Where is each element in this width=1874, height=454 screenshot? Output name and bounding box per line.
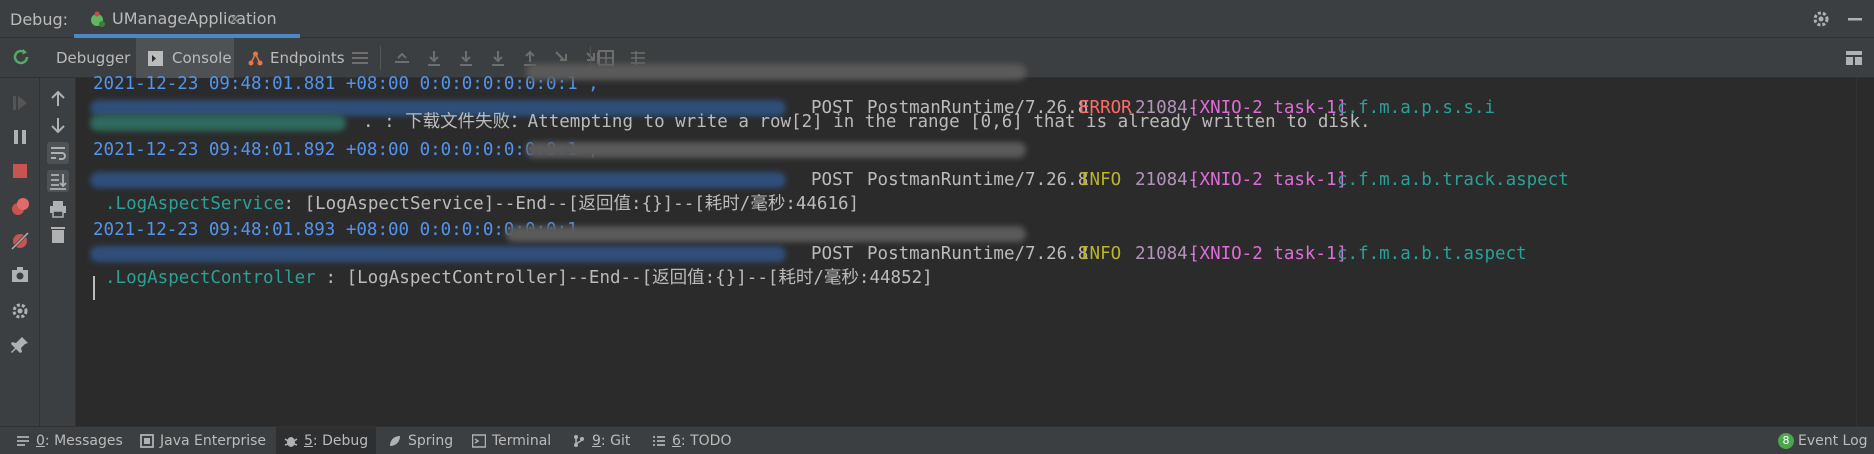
todo-icon [653, 436, 665, 446]
step-over-icon[interactable] [424, 48, 444, 68]
log-timestamp: 2021-12-23 09:48:01.892 +08:00 0:0:0:0:0… [93, 140, 599, 160]
messages-label: : Messages [44, 433, 123, 449]
spring-icon [390, 436, 400, 446]
session-name: UManageApplication [112, 9, 277, 28]
debug-mnemonic: 5 [304, 433, 313, 449]
settings-icon[interactable] [9, 300, 31, 322]
debug-icon [284, 437, 298, 447]
resume-icon[interactable] [9, 92, 31, 114]
spring-boot-run-icon [91, 11, 105, 27]
debug-label: : Debug [312, 433, 369, 449]
view-breakpoints-icon[interactable] [9, 196, 31, 218]
log-level: INFO [1079, 244, 1122, 264]
console-actions-bar [40, 78, 76, 426]
logger-name: c.f.m.a.b.track.aspect [1337, 170, 1569, 190]
event-log-label: Event Log [1798, 433, 1868, 449]
todo-tool-button[interactable]: 6: TODO [644, 427, 731, 454]
down-arrow-icon[interactable] [47, 114, 69, 136]
logger-name: c.f.m.a.b.t.aspect [1337, 244, 1527, 264]
todo-label: : TODO [680, 433, 732, 449]
logger-name-cont: .LogAspectService [105, 194, 285, 214]
spring-label: Spring [408, 433, 454, 449]
pause-icon[interactable] [9, 126, 31, 148]
debug-tool-window-header: Debug: UManageApplication × [0, 0, 1874, 38]
terminal-label: Terminal [492, 433, 552, 449]
log-message: : [LogAspectController]--End--[返回值:{}]--… [315, 268, 933, 288]
java-enterprise-icon [140, 434, 154, 448]
console-line: .LogAspectService : [LogAspectService]--… [93, 190, 859, 218]
gear-icon[interactable] [1810, 8, 1832, 30]
text-caret [93, 276, 95, 300]
tool-window-bar: 0: Messages Java Enterprise 5: Debug Spr… [0, 426, 1874, 454]
log-message: : [LogAspectService]--End--[返回值:{}]--[耗时… [273, 194, 860, 214]
debug-tool-button[interactable]: 5: Debug [276, 427, 376, 454]
camera-icon[interactable] [9, 264, 31, 286]
messages-mnemonic: 0 [36, 433, 45, 449]
log-level: INFO [1079, 170, 1122, 190]
redacted-content [526, 142, 1026, 158]
redacted-content [526, 64, 1026, 80]
scroll-to-end-icon[interactable] [47, 170, 69, 192]
event-log-tool-button[interactable]: 8 Event Log [1774, 427, 1870, 454]
console-line: 2021-12-23 09:48:01.892 +08:00 0:0:0:0:0… [93, 136, 599, 164]
git-icon [574, 435, 584, 447]
thread-name: [XNIO-2 task-1] [1189, 244, 1348, 264]
terminal-icon [472, 434, 486, 448]
spring-tool-button[interactable]: Spring [380, 427, 460, 454]
toolbar-separator [380, 46, 381, 70]
git-mnemonic: 9 [592, 433, 601, 449]
debug-label: Debug: [10, 10, 69, 29]
soft-wrap-icon[interactable] [47, 142, 69, 164]
vertical-scrollbar[interactable] [1856, 78, 1874, 426]
git-label: : Git [600, 433, 631, 449]
thread-name: [XNIO-2 task-1] [1189, 170, 1348, 190]
todo-mnemonic: 6 [672, 433, 681, 449]
force-step-into-icon[interactable] [488, 48, 508, 68]
rerun-icon[interactable] [10, 46, 32, 68]
console-icon [148, 51, 163, 66]
redacted-content [90, 246, 786, 262]
redacted-content [90, 172, 786, 188]
user-agent: PostmanRuntime/7.26.8 [867, 170, 1089, 190]
console-line: .LogAspectController : [LogAspectControl… [93, 264, 933, 292]
redacted-content [90, 115, 346, 131]
close-icon[interactable]: × [228, 9, 241, 28]
minimize-icon[interactable] [1844, 8, 1866, 30]
mute-breakpoints-icon[interactable] [9, 230, 31, 252]
debug-actions-bar [0, 78, 40, 426]
endpoints-icon [248, 51, 263, 66]
messages-tool-button[interactable]: 0: Messages [8, 427, 123, 454]
pin-icon[interactable] [9, 334, 31, 356]
print-icon[interactable] [47, 198, 69, 220]
show-execution-point-icon[interactable] [392, 48, 412, 68]
log-message: . : 下载文件失败：Attempting to write a row[2] … [363, 112, 1371, 132]
stop-icon[interactable] [9, 160, 31, 182]
terminal-tool-button[interactable]: Terminal [464, 427, 554, 454]
up-arrow-icon[interactable] [47, 88, 69, 110]
messages-icon [17, 436, 29, 446]
restore-layout-icon[interactable] [1844, 48, 1864, 68]
git-tool-button[interactable]: 9: Git [564, 427, 634, 454]
java-enterprise-tool-button[interactable]: Java Enterprise [132, 427, 272, 454]
session-tab[interactable]: UManageApplication × [74, 0, 300, 38]
step-into-icon[interactable] [456, 48, 476, 68]
event-log-badge: 8 [1778, 433, 1794, 449]
clear-all-icon[interactable] [47, 224, 69, 246]
layout-menu-icon[interactable] [350, 48, 370, 68]
console-output[interactable]: 2021-12-23 09:48:01.881 +08:00 0:0:0:0:0… [76, 64, 1874, 426]
java-enterprise-label: Java Enterprise [160, 433, 267, 449]
logger-name-cont: .LogAspectController [105, 268, 316, 288]
